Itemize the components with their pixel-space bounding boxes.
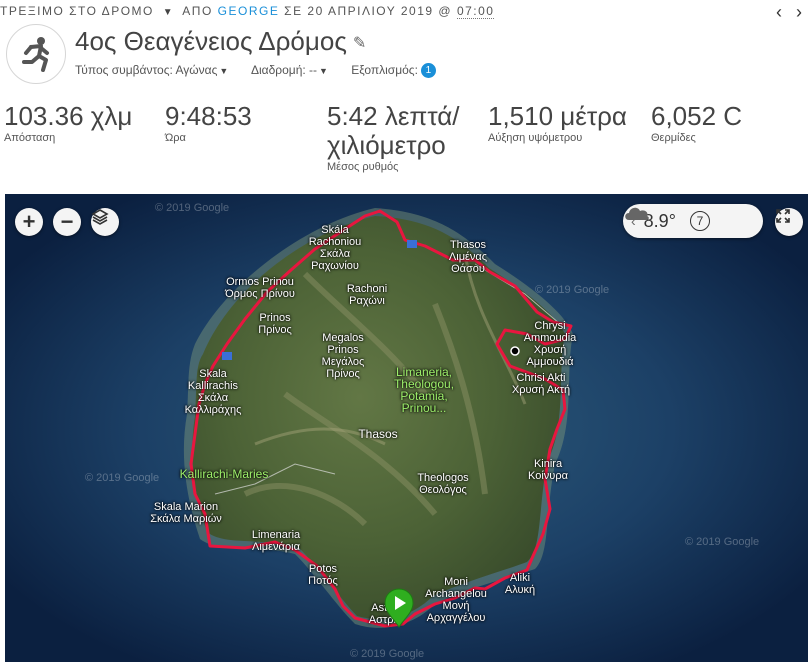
stat-calories: 6,052 C Θερμίδες (651, 101, 743, 145)
place-label: Limenaria Λιμενάρια (251, 529, 301, 553)
running-person-icon[interactable] (6, 24, 66, 84)
activity-type-prefix: ΤΡΕΞΙΜΟ ΣΤΟ ΔΡΟΜΟ (0, 4, 154, 18)
stat-distance: 103.36 χλμ Απόσταση (4, 101, 133, 145)
stat-label: Αύξηση υψόμετρου (488, 132, 583, 144)
place-label: Kallirachi-Maries (179, 467, 269, 481)
activity-title-text: 4ος Θεαγένειος Δρόμος (75, 26, 347, 56)
weather-widget[interactable]: ‹ 8.9° 7 (623, 204, 763, 238)
place-label: Skala Kallirachis Σκάλα Καλλιράχης (184, 368, 242, 416)
place-label: Aliki Αλυκή (504, 572, 536, 596)
stat-time: 9:48:53 Ώρα (165, 101, 252, 145)
place-label: Skala Marion Σκάλα Μαριών (150, 501, 222, 525)
course-dropdown[interactable]: Διαδρομή: -- ▼ (251, 63, 328, 77)
place-label: Thasos (358, 427, 398, 441)
place-label: Moni Archangelou Μονή Αρχαγγέλου (425, 576, 487, 624)
edit-pencil-icon[interactable]: ✎ (353, 35, 366, 52)
place-label: Chrysi Ammoudia Χρυσή Αμμουδιά (523, 320, 577, 368)
from-label: ΑΠΟ (182, 4, 213, 18)
layers-icon[interactable] (91, 208, 119, 236)
stat-value: 1,510 μέτρα (488, 101, 627, 131)
place-label: Kinira Κοίνυρα (528, 458, 568, 482)
stat-value: 6,052 C (651, 101, 743, 131)
date-text: ΣΕ 20 ΑΠΡΙΛΙΟΥ 2019 @ (284, 4, 453, 18)
place-label: Thasos Λιμένας Θάσου (448, 239, 488, 275)
wind-speed-indicator: 7 (689, 211, 710, 231)
stat-label: Θερμίδες (651, 132, 696, 144)
map-watermark: © 2019 Google (85, 472, 160, 484)
event-type-dropdown[interactable]: Τύπος συμβάντος: Αγώνας ▼ (75, 63, 228, 77)
place-label: Potos Ποτός (308, 563, 338, 587)
time-link[interactable]: 07:00 (456, 4, 495, 19)
stat-label: Μέσος ρυθμός (327, 161, 399, 173)
place-label: Chrisi Akti Χρυσή Ακτή (511, 372, 571, 396)
gear-count-badge[interactable]: 1 (420, 63, 436, 79)
activity-breadcrumb: ΤΡΕΞΙΜΟ ΣΤΟ ΔΡΟΜΟ ▼ ΑΠΟ GEORGE ΣΕ 20 ΑΠΡ… (0, 4, 495, 19)
previous-activity-icon[interactable]: ‹ (776, 2, 782, 22)
zoom-out-button[interactable]: − (53, 208, 81, 236)
stat-label: Ώρα (165, 132, 186, 144)
start-marker-icon[interactable] (383, 588, 415, 628)
map-watermark: © 2019 Google (685, 536, 760, 548)
chevron-down-icon: ▼ (319, 66, 328, 76)
expand-icon[interactable] (775, 208, 803, 236)
stat-label: Απόσταση (4, 132, 56, 144)
stat-value: 103.36 χλμ (4, 101, 133, 131)
stat-value: 5:42 λεπτά/ χιλιόμετρο (327, 101, 460, 160)
place-label: Ormos Prinou Όρμος Πρίνου (225, 276, 295, 300)
zoom-in-button[interactable]: + (15, 208, 43, 236)
place-label: Limaneria, Theologou, Potamia, Prinou... (393, 365, 455, 415)
stat-pace: 5:42 λεπτά/ χιλιόμετρο Μέσος ρυθμός (327, 101, 460, 174)
map-watermark: © 2019 Google (535, 284, 610, 296)
stat-elevation: 1,510 μέτρα Αύξηση υψόμετρου (488, 101, 627, 145)
activity-navigation: ‹ › (762, 2, 802, 23)
place-label: Megalos Prinos Μεγάλος Πρίνος (321, 332, 365, 380)
chevron-down-icon: ▼ (219, 66, 229, 76)
gear-label[interactable]: Εξοπλισμός: 1 (351, 63, 436, 79)
stat-value: 9:48:53 (165, 101, 252, 131)
place-label: Rachoni Ραχώνι (346, 283, 388, 307)
activity-meta: Τύπος συμβάντος: Αγώνας ▼ Διαδρομή: -- ▼ Ε… (75, 63, 436, 79)
place-label: Theologos Θεολόγος (417, 472, 469, 496)
place-label: Prinos Πρίνος (258, 312, 292, 336)
activity-title: 4ος Θεαγένειος Δρόμος ✎ (75, 26, 366, 57)
place-label: Skála Rachoniou Σκάλα Ραχωνίου (308, 224, 362, 272)
map-watermark: © 2019 Google (155, 202, 230, 214)
map-watermark: © 2019 Google (350, 648, 425, 660)
route-map[interactable]: © 2019 Google © 2019 Google © 2019 Googl… (5, 194, 808, 662)
user-link[interactable]: GEORGE (218, 4, 280, 18)
activity-type-dropdown-icon[interactable]: ▼ (163, 7, 174, 18)
next-activity-icon[interactable]: › (796, 2, 802, 22)
